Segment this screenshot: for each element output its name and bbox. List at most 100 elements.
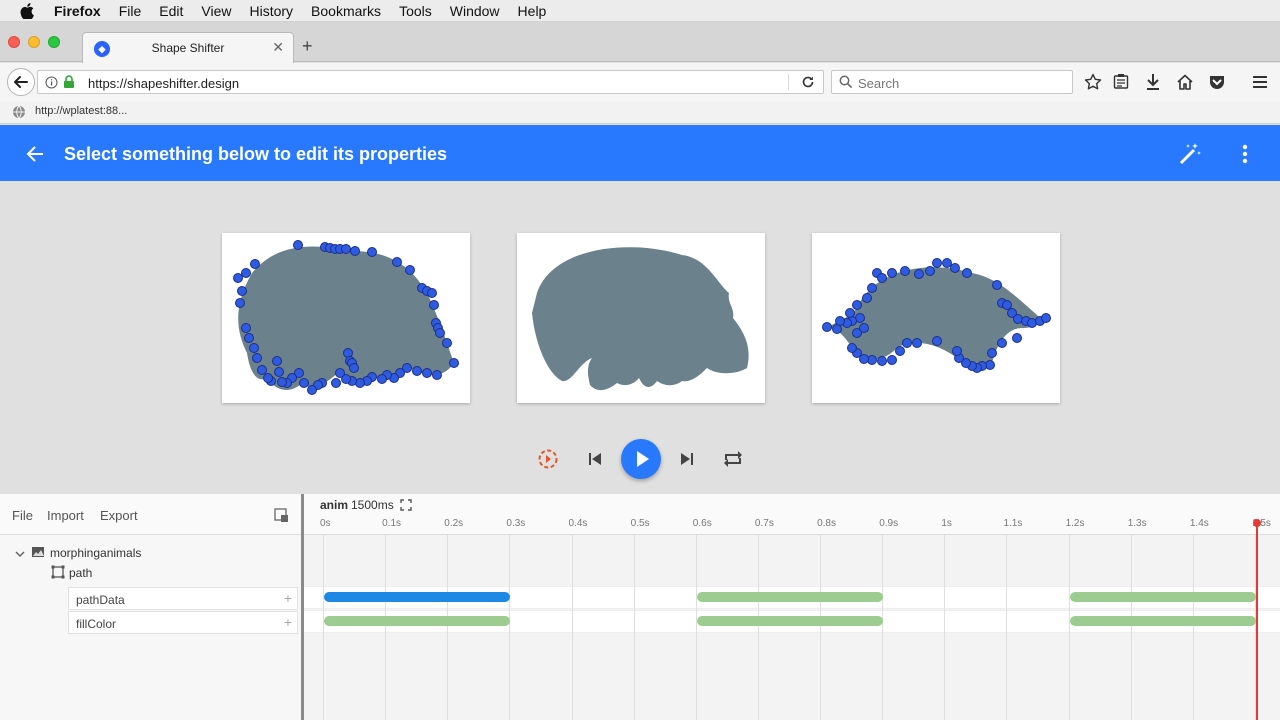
playhead[interactable] (1256, 520, 1258, 720)
path-point[interactable] (887, 355, 897, 365)
path-point[interactable] (822, 322, 832, 332)
path-point[interactable] (405, 265, 415, 275)
path-point[interactable] (877, 273, 887, 283)
property-row-pathdata[interactable]: pathData + (68, 587, 298, 610)
path-point[interactable] (932, 258, 942, 268)
new-tab-button[interactable]: + (302, 36, 313, 57)
path-point[interactable] (341, 244, 351, 254)
menu-app-firefox[interactable]: Firefox (54, 3, 101, 19)
pocket-icon[interactable] (1208, 73, 1226, 91)
path-point[interactable] (235, 298, 245, 308)
path-point[interactable] (277, 377, 287, 387)
path-point[interactable] (895, 346, 905, 356)
path-point[interactable] (335, 368, 345, 378)
path-point[interactable] (847, 343, 857, 353)
path-point[interactable] (412, 366, 422, 376)
path-point[interactable] (435, 328, 445, 338)
animation-name[interactable]: anim (320, 498, 348, 512)
path-point[interactable] (1012, 333, 1022, 343)
add-keyframe-icon[interactable]: + (284, 590, 292, 606)
path-point[interactable] (1002, 300, 1012, 310)
animation-block-fillcolor[interactable] (324, 616, 511, 626)
window-minimize-button[interactable] (28, 36, 40, 48)
path-point[interactable] (429, 300, 439, 310)
path-point[interactable] (367, 247, 377, 257)
download-icon[interactable] (1145, 73, 1161, 91)
tab-close-icon[interactable]: ✕ (272, 39, 284, 56)
apple-icon[interactable] (20, 2, 34, 19)
menu-bookmarks[interactable]: Bookmarks (311, 3, 381, 19)
path-point[interactable] (952, 346, 962, 356)
path-point[interactable] (902, 338, 912, 348)
fullscreen-icon[interactable] (400, 499, 412, 511)
path-point[interactable] (912, 338, 922, 348)
slow-motion-icon[interactable] (537, 448, 559, 470)
path-point[interactable] (307, 385, 317, 395)
path-point[interactable] (900, 266, 910, 276)
path-point[interactable] (350, 246, 360, 256)
path-point[interactable] (987, 348, 997, 358)
menu-help[interactable]: Help (518, 3, 547, 19)
path-point[interactable] (942, 258, 952, 268)
window-close-button[interactable] (8, 36, 20, 48)
path-point[interactable] (997, 338, 1007, 348)
animation-block-pathdata[interactable] (324, 592, 511, 602)
file-button[interactable]: File (12, 508, 33, 523)
path-point[interactable] (422, 368, 432, 378)
start-shape[interactable] (222, 233, 470, 403)
menu-tools[interactable]: Tools (399, 3, 432, 19)
path-point[interactable] (914, 269, 924, 279)
export-button[interactable]: Export (100, 508, 138, 523)
layer-path-label[interactable]: path (69, 566, 92, 580)
reload-icon[interactable] (801, 75, 815, 89)
browser-tab-shape-shifter[interactable]: ◆ Shape Shifter ✕ (82, 32, 294, 63)
path-point[interactable] (992, 280, 1002, 290)
menu-history[interactable]: History (249, 3, 293, 19)
hamburger-menu-icon[interactable] (1251, 73, 1269, 91)
home-icon[interactable] (1176, 73, 1194, 91)
end-canvas[interactable] (812, 233, 1060, 403)
preview-canvas[interactable] (517, 233, 765, 403)
add-keyframe-icon[interactable]: + (284, 614, 292, 630)
path-point[interactable] (449, 358, 459, 368)
skip-next-icon[interactable] (677, 449, 697, 469)
path-point[interactable] (274, 367, 284, 377)
layer-root-label[interactable]: morphinganimals (50, 546, 141, 560)
path-point[interactable] (331, 378, 341, 388)
url-bar[interactable]: https://shapeshifter.design (37, 70, 824, 94)
chevron-down-icon[interactable] (14, 548, 26, 560)
add-layer-icon[interactable] (274, 508, 288, 522)
play-button[interactable] (621, 439, 661, 479)
path-point[interactable] (950, 263, 960, 273)
path-point[interactable] (249, 343, 259, 353)
animation-duration[interactable]: 1500ms (351, 498, 394, 512)
path-point[interactable] (887, 268, 897, 278)
path-point[interactable] (835, 316, 845, 326)
search-bar[interactable]: Search (831, 70, 1073, 94)
path-point[interactable] (272, 356, 282, 366)
path-point[interactable] (867, 283, 877, 293)
path-point[interactable] (862, 293, 872, 303)
path-point[interactable] (852, 300, 862, 310)
info-icon[interactable] (45, 76, 58, 89)
import-button[interactable]: Import (47, 508, 84, 523)
playhead-handle[interactable] (1253, 519, 1261, 527)
magic-wand-icon[interactable] (1177, 141, 1203, 167)
end-shape[interactable] (812, 233, 1060, 403)
path-point[interactable] (932, 336, 942, 346)
path-point[interactable] (392, 257, 402, 267)
bookmark-star-icon[interactable] (1084, 73, 1102, 91)
path-point[interactable] (250, 259, 260, 269)
property-row-fillcolor[interactable]: fillColor + (68, 611, 298, 634)
animation-block-pathdata[interactable] (696, 592, 884, 602)
menu-view[interactable]: View (201, 3, 231, 19)
menu-file[interactable]: File (119, 3, 142, 19)
app-back-arrow-icon[interactable] (22, 141, 48, 167)
path-point[interactable] (925, 266, 935, 276)
repeat-icon[interactable] (722, 448, 744, 470)
reading-list-icon[interactable] (1113, 73, 1129, 91)
path-point[interactable] (241, 323, 251, 333)
path-point[interactable] (845, 308, 855, 318)
path-point[interactable] (233, 273, 243, 283)
path-point[interactable] (252, 353, 262, 363)
